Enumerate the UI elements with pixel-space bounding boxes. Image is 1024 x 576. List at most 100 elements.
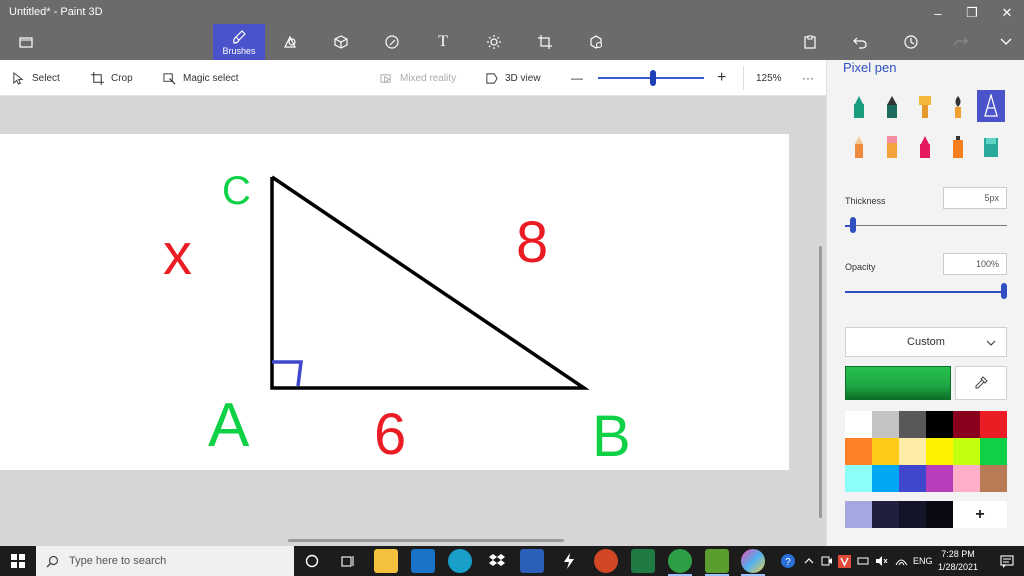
- clock[interactable]: 7:28 PM 1/28/2021: [930, 548, 986, 574]
- zoom-in-button[interactable]: +: [717, 60, 726, 96]
- vertex-label-b: B: [592, 404, 631, 469]
- color-swatch[interactable]: [872, 465, 899, 492]
- color-swatch[interactable]: [899, 411, 926, 438]
- thickness-input[interactable]: 5px: [943, 187, 1007, 209]
- cortana-icon: [305, 554, 319, 568]
- close-button[interactable]: ✕: [990, 2, 1024, 24]
- custom-color-swatch[interactable]: [845, 501, 872, 528]
- shapes-2d-tab[interactable]: [270, 24, 310, 60]
- menu-button[interactable]: [6, 24, 46, 60]
- text-tab[interactable]: T: [423, 24, 463, 60]
- color-swatch[interactable]: [926, 411, 953, 438]
- color-swatch[interactable]: [899, 438, 926, 465]
- color-swatch[interactable]: [953, 465, 980, 492]
- brush-watercolor[interactable]: [944, 92, 972, 122]
- expand-menu-button[interactable]: [986, 24, 1024, 60]
- tray-app-v-icon[interactable]: [838, 546, 851, 576]
- cortana-button[interactable]: [300, 549, 324, 573]
- brush-spray-can[interactable]: [944, 132, 972, 162]
- current-color-swatch[interactable]: [845, 366, 951, 400]
- color-swatch[interactable]: [980, 465, 1007, 492]
- undo-button[interactable]: [840, 24, 880, 60]
- color-swatch[interactable]: [926, 438, 953, 465]
- zoom-level[interactable]: 125%: [756, 60, 782, 96]
- mixed-reality-button[interactable]: Mixed reality: [380, 60, 456, 96]
- crop-button[interactable]: Crop: [91, 60, 133, 96]
- word-app[interactable]: [520, 549, 544, 573]
- horizontal-scrollbar[interactable]: [288, 539, 564, 542]
- brushes-tab[interactable]: Brushes: [213, 24, 265, 60]
- excel-app[interactable]: [631, 549, 655, 573]
- maximize-button[interactable]: ❐: [955, 2, 989, 24]
- stickers-tab[interactable]: [372, 24, 412, 60]
- opacity-slider[interactable]: [845, 283, 1007, 299]
- network-icon[interactable]: [895, 546, 908, 576]
- canvas-tab[interactable]: [525, 24, 565, 60]
- color-swatch[interactable]: [899, 465, 926, 492]
- select-button[interactable]: Select: [12, 60, 60, 96]
- brush-eraser[interactable]: [878, 132, 906, 162]
- add-color-button[interactable]: +: [953, 501, 1007, 528]
- volume-icon[interactable]: [875, 546, 888, 576]
- drawing-canvas[interactable]: C A B x 6 8: [0, 134, 789, 470]
- shapes-2d-icon: [284, 35, 296, 48]
- custom-color-swatch[interactable]: [899, 501, 926, 528]
- magic-select-button[interactable]: Magic select: [163, 60, 239, 96]
- custom-color-swatch[interactable]: [926, 501, 953, 528]
- shapes-3d-tab[interactable]: [321, 24, 361, 60]
- zoom-slider-thumb[interactable]: [650, 70, 656, 86]
- color-swatch[interactable]: [953, 411, 980, 438]
- mail-app[interactable]: [411, 549, 435, 573]
- brush-calligraphy[interactable]: [878, 92, 906, 122]
- taskbar-search-box[interactable]: Type here to search: [36, 546, 294, 576]
- show-hidden-icons[interactable]: [804, 546, 814, 576]
- custom-color-swatch[interactable]: [872, 501, 899, 528]
- pinned-app-green[interactable]: [668, 549, 692, 573]
- history-button[interactable]: [891, 24, 931, 60]
- color-swatch[interactable]: [845, 411, 872, 438]
- color-swatch[interactable]: [953, 438, 980, 465]
- edge-app[interactable]: [448, 549, 472, 573]
- task-view-button[interactable]: [336, 549, 360, 573]
- color-swatch[interactable]: [872, 438, 899, 465]
- help-icon[interactable]: ?: [780, 546, 796, 576]
- pinned-app-lightning[interactable]: [557, 549, 581, 573]
- pinned-app-stack[interactable]: [705, 549, 729, 573]
- vertical-scrollbar[interactable]: [819, 246, 822, 518]
- color-swatch[interactable]: [845, 465, 872, 492]
- file-explorer-app[interactable]: [374, 549, 398, 573]
- 3d-library-tab[interactable]: [576, 24, 616, 60]
- opacity-slider-thumb[interactable]: [1001, 283, 1007, 299]
- thickness-slider-thumb[interactable]: [850, 217, 856, 233]
- color-mode-dropdown[interactable]: Custom: [845, 327, 1007, 357]
- redo-button[interactable]: [941, 24, 981, 60]
- powerpoint-app[interactable]: [594, 549, 618, 573]
- thickness-slider[interactable]: [845, 217, 1007, 233]
- brush-pencil[interactable]: [845, 132, 873, 162]
- minimize-button[interactable]: –: [921, 2, 955, 24]
- brush-oil[interactable]: [911, 92, 939, 122]
- eyedropper-button[interactable]: [955, 366, 1007, 400]
- start-button[interactable]: [0, 546, 36, 576]
- brush-pixel-pen[interactable]: [977, 90, 1005, 122]
- paste-button[interactable]: [790, 24, 830, 60]
- more-options-button[interactable]: ···: [802, 60, 814, 96]
- input-method-icon[interactable]: [857, 546, 869, 576]
- color-swatch[interactable]: [872, 411, 899, 438]
- dropbox-app[interactable]: [485, 549, 509, 573]
- color-swatch[interactable]: [926, 465, 953, 492]
- paint-3d-app[interactable]: [741, 549, 765, 573]
- color-swatch[interactable]: [845, 438, 872, 465]
- zoom-slider[interactable]: [598, 70, 704, 86]
- brush-marker[interactable]: [845, 92, 873, 122]
- 3d-view-button[interactable]: 3D view: [485, 60, 541, 96]
- color-swatch[interactable]: [980, 438, 1007, 465]
- brush-crayon[interactable]: [911, 132, 939, 162]
- opacity-input[interactable]: 100%: [943, 253, 1007, 275]
- zoom-out-button[interactable]: —: [571, 60, 583, 96]
- color-swatch[interactable]: [980, 411, 1007, 438]
- effects-tab[interactable]: [474, 24, 514, 60]
- brush-fill[interactable]: [977, 132, 1005, 162]
- notifications-button[interactable]: [990, 546, 1024, 576]
- meet-now-icon[interactable]: [821, 546, 833, 576]
